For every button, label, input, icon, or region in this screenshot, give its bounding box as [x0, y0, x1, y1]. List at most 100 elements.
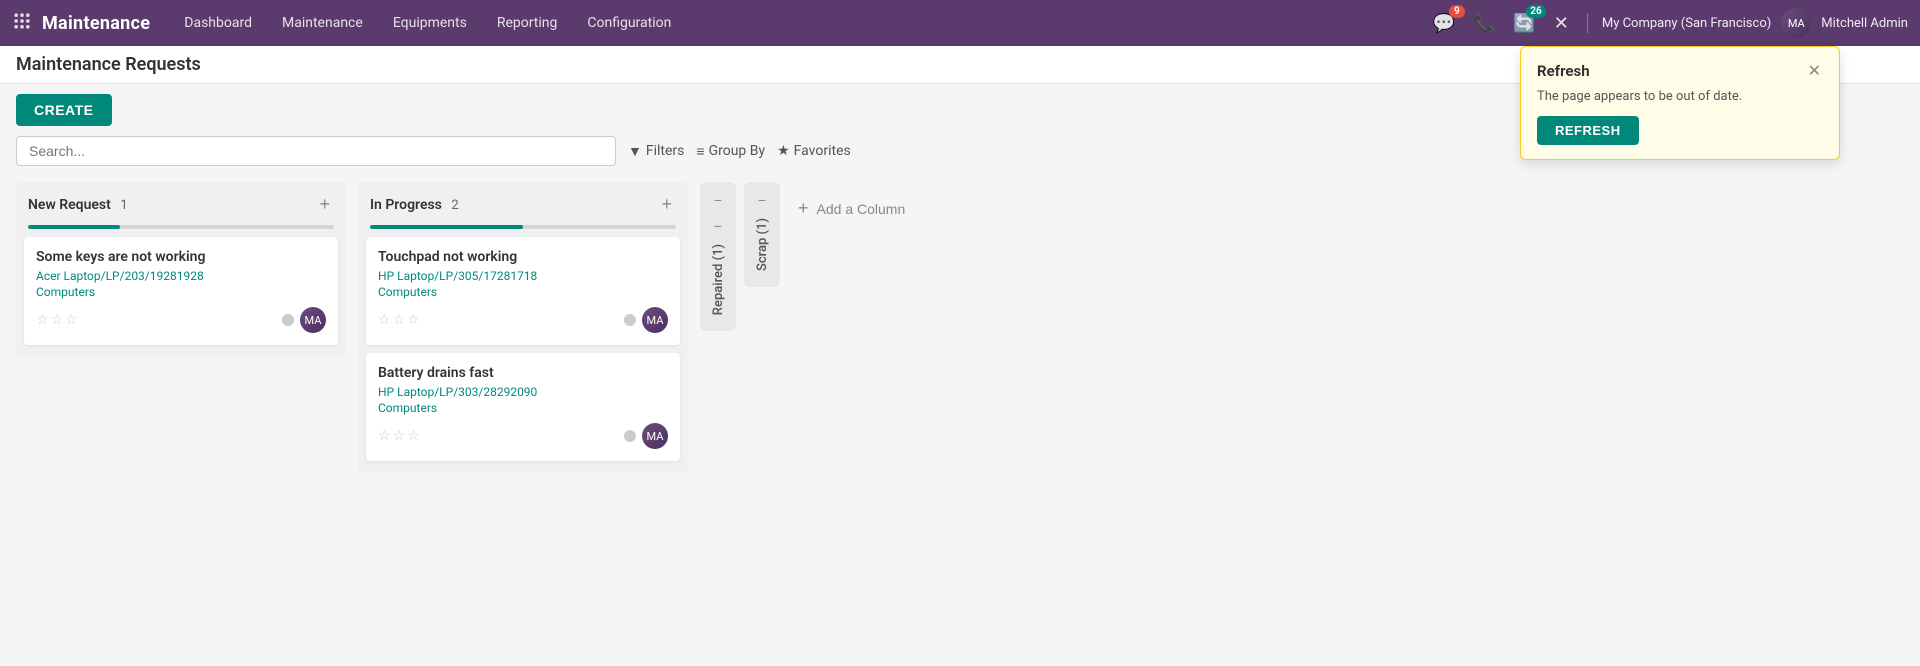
filters-btn[interactable]: ▼ Filters	[628, 143, 684, 160]
create-button[interactable]: CREATE	[16, 94, 112, 126]
star-1-1[interactable]: ☆	[36, 312, 49, 328]
card-stars-1: ☆ ☆ ☆	[36, 312, 78, 328]
kanban-card-2[interactable]: Touchpad not working HP Laptop/LP/305/17…	[366, 237, 680, 345]
avatar[interactable]: MA	[1781, 8, 1811, 38]
card-footer-3: ☆ ☆ ☆ MA	[378, 423, 668, 449]
col-add-btn-new-request[interactable]: +	[315, 192, 334, 217]
star-2-2[interactable]: ☆	[393, 312, 406, 328]
card-avatar-3[interactable]: MA	[642, 423, 668, 449]
update-badge: 26	[1526, 5, 1545, 18]
card-avatar-1[interactable]: MA	[300, 307, 326, 333]
star-2-1[interactable]: ☆	[378, 312, 391, 328]
refresh-popup-message: The page appears to be out of date.	[1537, 89, 1823, 104]
card-meta-1: MA	[282, 307, 326, 333]
refresh-popup: Refresh ✕ The page appears to be out of …	[1520, 46, 1840, 160]
star-3-3[interactable]: ☆	[407, 428, 420, 444]
star-3-1[interactable]: ☆	[378, 428, 391, 444]
username-label[interactable]: Mitchell Admin	[1821, 16, 1908, 31]
card-title-2: Touchpad not working	[378, 249, 668, 265]
kanban-add-column: + Add a Column	[788, 182, 968, 225]
card-category-2[interactable]: Computers	[378, 285, 668, 299]
groupby-label: Group By	[709, 143, 766, 159]
star-3-2[interactable]: ☆	[393, 428, 406, 444]
col-header-scrap: −	[756, 190, 768, 210]
card-meta-2: MA	[624, 307, 668, 333]
refresh-button[interactable]: REFRESH	[1537, 116, 1639, 145]
app-brand: Maintenance	[42, 13, 150, 34]
add-column-icon: +	[798, 198, 809, 219]
refresh-popup-close-button[interactable]: ✕	[1806, 61, 1823, 81]
kanban-col-repaired[interactable]: − − Repaired (1)	[700, 182, 736, 331]
col-title-repaired: Repaired (1)	[711, 236, 726, 323]
nav-divider	[1587, 13, 1588, 33]
col-header-repaired: − −	[712, 190, 724, 236]
groupby-icon: ≡	[696, 143, 704, 160]
kanban-col-in-progress: In Progress 2 + Touchpad not working HP …	[358, 182, 688, 473]
kanban-col-new-request: New Request 1 + Some keys are not workin…	[16, 182, 346, 357]
company-selector[interactable]: My Company (San Francisco)	[1602, 16, 1771, 31]
col-minus-scrap[interactable]: −	[756, 190, 768, 210]
kanban-cards-new-request: Some keys are not working Acer Laptop/LP…	[16, 237, 346, 345]
card-title-3: Battery drains fast	[378, 365, 668, 381]
kanban-board: New Request 1 + Some keys are not workin…	[0, 174, 1920, 666]
close-icon-btn[interactable]: ✕	[1550, 9, 1573, 38]
kanban-card-1[interactable]: Some keys are not working Acer Laptop/LP…	[24, 237, 338, 345]
card-status-dot-2	[624, 314, 636, 326]
card-avatar-2[interactable]: MA	[642, 307, 668, 333]
favorites-label: Favorites	[794, 143, 851, 159]
col-title-in-progress: In Progress	[370, 197, 442, 213]
menu-equipments[interactable]: Equipments	[379, 9, 481, 37]
menu-maintenance[interactable]: Maintenance	[268, 9, 377, 37]
menu-configuration[interactable]: Configuration	[573, 9, 685, 37]
update-icon-btn[interactable]: 🔄 26	[1509, 9, 1539, 38]
refresh-popup-title: Refresh	[1537, 62, 1590, 80]
col-actions-new-request: +	[315, 192, 334, 217]
add-column-label: Add a Column	[817, 201, 906, 217]
card-category-1[interactable]: Computers	[36, 285, 326, 299]
col-minus2-repaired[interactable]: −	[712, 216, 724, 236]
card-status-dot-3	[624, 430, 636, 442]
card-ref-3[interactable]: HP Laptop/LP/303/28292090	[378, 385, 668, 399]
star-2-3[interactable]: ☆	[407, 312, 420, 328]
col-add-btn-in-progress[interactable]: +	[657, 192, 676, 217]
chat-icon-btn[interactable]: 💬 9	[1428, 9, 1458, 38]
card-stars-2: ☆ ☆ ☆	[378, 312, 420, 328]
card-meta-3: MA	[624, 423, 668, 449]
refresh-popup-header: Refresh ✕	[1537, 61, 1823, 81]
avatar-image: MA	[1781, 8, 1811, 38]
col-actions-in-progress: +	[657, 192, 676, 217]
search-filters: ▼ Filters ≡ Group By ★ Favorites	[628, 143, 851, 160]
menu-dashboard[interactable]: Dashboard	[170, 9, 266, 37]
card-category-3[interactable]: Computers	[378, 401, 668, 415]
col-count-new-request: 1	[120, 198, 127, 213]
top-navigation: Maintenance Dashboard Maintenance Equipm…	[0, 0, 1920, 46]
col-title-scrap: Scrap (1)	[755, 210, 770, 279]
apps-menu-icon[interactable]	[12, 11, 32, 35]
card-footer-1: ☆ ☆ ☆ MA	[36, 307, 326, 333]
kanban-cards-in-progress: Touchpad not working HP Laptop/LP/305/17…	[358, 237, 688, 461]
chat-badge: 9	[1449, 5, 1465, 18]
kanban-card-3[interactable]: Battery drains fast HP Laptop/LP/303/282…	[366, 353, 680, 461]
star-1-2[interactable]: ☆	[51, 312, 64, 328]
col-minus-repaired[interactable]: −	[712, 190, 724, 210]
groupby-btn[interactable]: ≡ Group By	[696, 143, 765, 160]
kanban-col-header-new-request: New Request 1 +	[16, 182, 346, 221]
col-title-new-request: New Request	[28, 197, 111, 213]
phone-icon-btn[interactable]: 📞	[1469, 9, 1499, 38]
add-column-button[interactable]: + Add a Column	[788, 192, 915, 225]
card-title-1: Some keys are not working	[36, 249, 326, 265]
card-status-dot-1	[282, 314, 294, 326]
kanban-col-scrap[interactable]: − Scrap (1)	[744, 182, 780, 287]
col-count-in-progress: 2	[451, 198, 458, 213]
favorites-icon: ★	[777, 143, 790, 159]
star-1-3[interactable]: ☆	[65, 312, 78, 328]
page-title: Maintenance Requests	[16, 54, 201, 75]
topnav-right: 💬 9 📞 🔄 26 ✕ My Company (San Francisco) …	[1428, 8, 1908, 38]
card-footer-2: ☆ ☆ ☆ MA	[378, 307, 668, 333]
favorites-btn[interactable]: ★ Favorites	[777, 143, 851, 159]
filters-label: Filters	[646, 143, 685, 159]
search-input[interactable]	[16, 136, 616, 166]
menu-reporting[interactable]: Reporting	[483, 9, 572, 37]
card-ref-2[interactable]: HP Laptop/LP/305/17281718	[378, 269, 668, 283]
card-ref-1[interactable]: Acer Laptop/LP/203/19281928	[36, 269, 326, 283]
